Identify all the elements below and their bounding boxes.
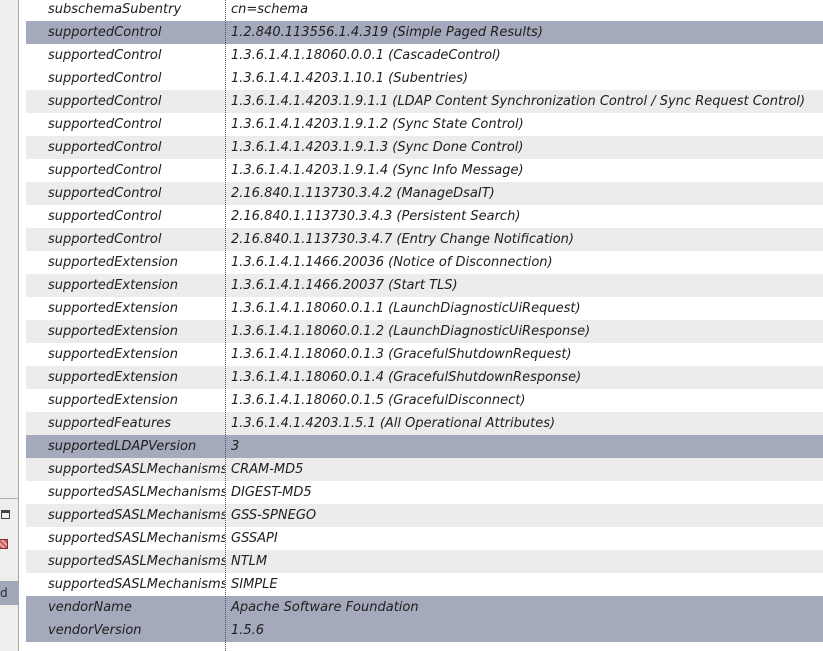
attribute-value-cell: 2.16.840.1.113730.3.4.7 (Entry Change No… [231,232,574,247]
attribute-value-cell: 1.3.6.1.4.1.18060.0.1.1 (LaunchDiagnosti… [231,301,581,316]
attribute-name-cell: supportedExtension [48,370,178,385]
attribute-name-cell: supportedSASLMechanisms [48,462,225,477]
attribute-value-cell: 1.3.6.1.4.1.4203.1.10.1 (Subentries) [231,71,469,86]
attribute-value-cell: 1.3.6.1.4.1.18060.0.1.5 (GracefulDisconn… [231,393,526,408]
attribute-name-cell: supportedControl [48,209,162,224]
stop-icon[interactable] [0,539,8,549]
attribute-value-cell: Apache Software Foundation [231,600,419,615]
attribute-name-cell: supportedSASLMechanisms [48,577,225,592]
attribute-name-cell: supportedLDAPVersion [48,439,197,454]
attribute-value-cell: DIGEST-MD5 [231,485,312,500]
left-side-panel: d [0,0,19,651]
attribute-name-cell: vendorVersion [48,623,142,638]
attribute-name-cell: supportedSASLMechanisms [48,508,225,523]
column-divider[interactable] [225,0,226,651]
attribute-name-cell: supportedExtension [48,393,178,408]
table-row[interactable]: vendorName Apache Software Foundation [26,596,823,619]
attribute-value-cell: 1.3.6.1.4.1.18060.0.1.2 (LaunchDiagnosti… [231,324,591,339]
attribute-value-cell: 1.3.6.1.4.1.4203.1.9.1.4 (Sync Info Mess… [231,163,524,178]
attribute-name-cell: supportedExtension [48,324,178,339]
attribute-name-cell: subschemaSubentry [48,2,182,17]
attribute-value-cell: 1.3.6.1.4.1.4203.1.5.1 (All Operational … [231,416,556,431]
attributes-table: subschemaSubentry cn=schema supportedContr… [26,0,823,642]
attribute-name-cell: supportedControl [48,232,162,247]
table-row[interactable]: supportedFeatures 1.3.6.1.4.1.4203.1.5.1 … [26,412,823,435]
attribute-name-cell: supportedControl [48,186,162,201]
attribute-value-cell: 1.3.6.1.4.1.1466.20036 (Notice of Discon… [231,255,553,270]
attribute-value-cell: CRAM-MD5 [231,462,304,477]
table-row[interactable]: supportedSASLMechanisms DIGEST-MD5 [26,481,823,504]
attribute-name-cell: supportedSASLMechanisms [48,531,225,546]
attribute-name-cell: supportedExtension [48,278,178,293]
table-row[interactable]: supportedSASLMechanisms CRAM-MD5 [26,458,823,481]
table-row[interactable]: supportedControl 1.3.6.1.4.1.4203.1.9.1.1… [26,90,823,113]
table-row[interactable]: subschemaSubentry cn=schema [26,0,823,21]
attribute-value-cell: 1.3.6.1.4.1.18060.0.1.4 (GracefulShutdow… [231,370,582,385]
attribute-value-cell: GSSAPI [231,531,278,546]
attribute-name-cell: supportedControl [48,117,162,132]
clipped-tab[interactable]: d [0,581,19,605]
attribute-value-cell: cn=schema [231,2,309,17]
attribute-name-cell: supportedControl [48,94,162,109]
attribute-name-cell: supportedControl [48,140,162,155]
attribute-value-cell: 1.2.840.113556.1.4.319 (Simple Paged Res… [231,25,543,40]
table-row[interactable]: supportedControl 1.3.6.1.4.1.4203.1.9.1.3… [26,136,823,159]
attribute-value-cell: 1.3.6.1.4.1.4203.1.9.1.1 (LDAP Content S… [231,94,806,109]
table-row[interactable]: supportedSASLMechanisms GSS-SPNEGO [26,504,823,527]
table-row[interactable]: supportedSASLMechanisms SIMPLE [26,573,823,596]
attribute-name-cell: supportedControl [48,25,162,40]
attribute-name-cell: supportedExtension [48,255,178,270]
table-row[interactable]: supportedControl 1.3.6.1.4.1.4203.1.9.1.2… [26,113,823,136]
attribute-value-cell: 1.3.6.1.4.1.4203.1.9.1.2 (Sync State Con… [231,117,524,132]
attribute-name-cell: supportedExtension [48,347,178,362]
table-row[interactable]: supportedSASLMechanisms GSSAPI [26,527,823,550]
attribute-name-cell: supportedControl [48,71,162,86]
table-row[interactable]: supportedExtension 1.3.6.1.4.1.1466.20036… [26,251,823,274]
table-row[interactable]: supportedControl 1.3.6.1.4.1.18060.0.0.1 … [26,44,823,67]
attribute-value-cell: 3 [231,439,240,454]
attribute-value-cell: GSS-SPNEGO [231,508,317,523]
attribute-value-cell: 2.16.840.1.113730.3.4.3 (Persistent Sear… [231,209,521,224]
table-row[interactable]: supportedControl 1.3.6.1.4.1.4203.1.10.1 … [26,67,823,90]
attribute-value-cell: 1.3.6.1.4.1.1466.20037 (Start TLS) [231,278,458,293]
attribute-name-cell: supportedFeatures [48,416,172,431]
table-row[interactable]: supportedSASLMechanisms NTLM [26,550,823,573]
ldap-browser-window: d subschemaSubentry cn=schema supportedCon… [0,0,823,651]
table-row[interactable]: supportedExtension 1.3.6.1.4.1.18060.0.1.… [26,343,823,366]
table-row[interactable]: supportedExtension 1.3.6.1.4.1.18060.0.1.… [26,389,823,412]
table-row[interactable]: supportedControl 2.16.840.1.113730.3.4.3 … [26,205,823,228]
table-row[interactable]: supportedControl 2.16.840.1.113730.3.4.2 … [26,182,823,205]
panel-gap [19,0,26,651]
table-row[interactable]: supportedExtension 1.3.6.1.4.1.18060.0.1.… [26,320,823,343]
attribute-name-cell: supportedSASLMechanisms [48,554,225,569]
attribute-name-cell: supportedControl [48,48,162,63]
table-row[interactable]: supportedControl 2.16.840.1.113730.3.4.7 … [26,228,823,251]
attribute-value-cell: 2.16.840.1.113730.3.4.2 (ManageDsaIT) [231,186,495,201]
attribute-name-cell: supportedControl [48,163,162,178]
table-row[interactable]: supportedLDAPVersion 3 [26,435,823,458]
attribute-value-cell: NTLM [231,554,268,569]
maximize-icon[interactable] [1,510,10,519]
panel-separator [0,498,19,499]
table-row[interactable]: supportedExtension 1.3.6.1.4.1.1466.20037… [26,274,823,297]
table-row[interactable]: supportedExtension 1.3.6.1.4.1.18060.0.1.… [26,297,823,320]
attribute-value-cell: 1.3.6.1.4.1.4203.1.9.1.3 (Sync Done Cont… [231,140,524,155]
table-row[interactable]: supportedExtension 1.3.6.1.4.1.18060.0.1.… [26,366,823,389]
table-row[interactable]: vendorVersion 1.5.6 [26,619,823,642]
attribute-value-cell: 1.3.6.1.4.1.18060.0.1.3 (GracefulShutdow… [231,347,572,362]
table-row[interactable]: supportedControl 1.3.6.1.4.1.4203.1.9.1.4… [26,159,823,182]
attribute-value-cell: 1.3.6.1.4.1.18060.0.0.1 (CascadeControl) [231,48,501,63]
attribute-value-cell: 1.5.6 [231,623,265,638]
attribute-name-cell: supportedSASLMechanisms [48,485,225,500]
attribute-value-cell: SIMPLE [231,577,278,592]
attribute-name-cell: vendorName [48,600,132,615]
attribute-name-cell: supportedExtension [48,301,178,316]
table-row[interactable]: supportedControl 1.2.840.113556.1.4.319 (… [26,21,823,44]
